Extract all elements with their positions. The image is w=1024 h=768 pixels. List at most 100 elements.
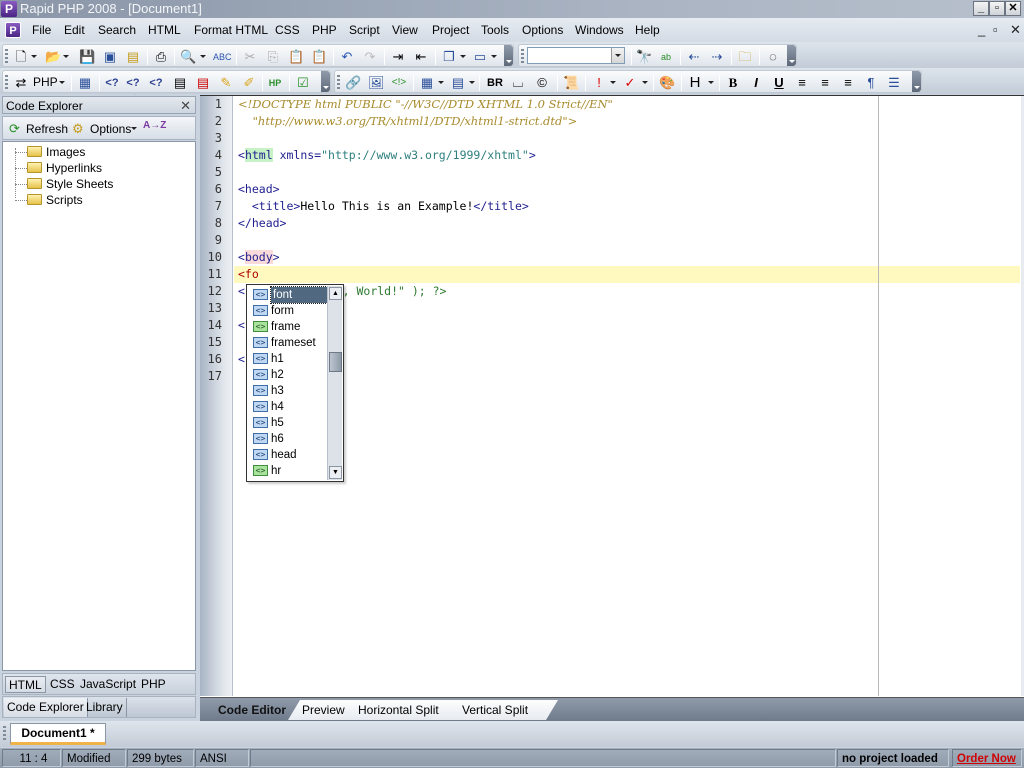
menu-css[interactable]: CSS (275, 23, 300, 37)
bold-button[interactable]: B (725, 75, 741, 91)
autocomplete-item-h3[interactable]: <> h3 (251, 383, 327, 399)
sticky-note-icon[interactable]: ✎ (218, 75, 234, 91)
toolbar-overflow-button[interactable] (504, 45, 513, 66)
toolbar-overflow-button[interactable] (912, 71, 921, 92)
comment-tag-icon[interactable]: <!> (391, 75, 407, 91)
sort-alpha-icon[interactable]: A→Z (143, 120, 166, 131)
panel-layout-dropdown-arrow[interactable] (491, 55, 497, 58)
php-open-tag-newline-button[interactable]: <?↵ (125, 75, 141, 105)
autocomplete-item-head[interactable]: <> head (251, 447, 327, 463)
scrollbar-thumb[interactable] (329, 352, 342, 372)
toolbar-overflow-button[interactable] (321, 71, 330, 92)
php-echo-tag-button[interactable]: <?= (148, 75, 164, 105)
spellcheck-icon[interactable]: ABC (213, 49, 232, 65)
php-doc-comment-icon[interactable]: ▤ (195, 75, 211, 91)
find-in-files-icon[interactable]: 🗀 (737, 49, 753, 65)
restore-button[interactable]: ▫ (989, 1, 1005, 16)
align-center-icon[interactable]: ≡ (817, 75, 833, 91)
php-form-icon[interactable]: ▦ (77, 75, 93, 91)
heading-button[interactable]: H (687, 75, 703, 91)
window-layout-icon[interactable]: ❐ (441, 49, 457, 65)
hyperlink-icon[interactable]: 🔗 (345, 75, 361, 91)
alert-icon[interactable]: ! (591, 75, 607, 91)
image-icon[interactable]: 🖼 (368, 75, 385, 91)
autocomplete-popup[interactable]: <> font <> form <> frame <> frameset <> h1 <>… (246, 284, 344, 482)
find-previous-icon[interactable]: ⇠ (686, 49, 702, 65)
php-button[interactable]: PHP (33, 75, 58, 89)
table-dropdown-arrow[interactable] (438, 81, 444, 84)
form-dropdown-arrow[interactable] (469, 81, 475, 84)
menu-edit[interactable]: Edit (64, 23, 85, 37)
menu-tools[interactable]: Tools (481, 23, 509, 37)
autocomplete-item-form[interactable]: <> form (251, 303, 327, 319)
palette-icon[interactable]: 🎨 (659, 75, 675, 91)
autocomplete-item-hr[interactable]: <> hr (251, 463, 327, 479)
edit-note-icon[interactable]: ✐ (241, 75, 257, 91)
indent-icon[interactable]: ⇥ (390, 49, 406, 65)
menu-php[interactable]: PHP (312, 23, 337, 37)
print-icon[interactable]: ⎙ (153, 49, 169, 65)
tab-css[interactable]: CSS (47, 676, 78, 693)
tab-horizontal-split[interactable]: Horizontal Split (344, 700, 462, 720)
tab-code-editor[interactable]: Code Editor (204, 700, 300, 720)
autocomplete-item-h1[interactable]: <> h1 (251, 351, 327, 367)
document-tab[interactable]: Document1 * (10, 723, 106, 745)
table-icon[interactable]: ▦ (419, 75, 435, 91)
tab-vertical-split[interactable]: Vertical Split (448, 700, 558, 720)
underline-button[interactable]: U (771, 75, 787, 91)
find-icon[interactable]: 🔭 (636, 49, 652, 65)
heading-dropdown-arrow[interactable] (708, 81, 714, 84)
panel-layout-icon[interactable]: ▭ (472, 49, 488, 65)
color-picker-icon[interactable]: ✓ (622, 75, 638, 91)
paste-special-icon[interactable]: 📋 (311, 49, 327, 65)
scroll-down-arrow-icon[interactable]: ▼ (329, 466, 342, 479)
new-document-icon[interactable]: 🗋 (13, 49, 29, 65)
alert-dropdown-arrow[interactable] (610, 81, 616, 84)
menu-options[interactable]: Options (522, 23, 563, 37)
save-all-icon[interactable]: ▣ (102, 49, 118, 65)
toolbar-overflow-button[interactable] (787, 45, 796, 66)
align-right-icon[interactable]: ≡ (840, 75, 856, 91)
php-comment-icon[interactable]: ▤ (172, 75, 188, 91)
menu-file[interactable]: File (32, 23, 51, 37)
cut-icon[interactable]: ✂ (242, 49, 258, 65)
options-dropdown-arrow[interactable] (131, 127, 137, 130)
color-picker-dropdown-arrow[interactable] (642, 81, 648, 84)
html-to-php-icon[interactable]: HP (267, 75, 283, 91)
window-layout-dropdown-arrow[interactable] (460, 55, 466, 58)
save-icon[interactable]: 💾 (79, 49, 95, 65)
paste-icon[interactable]: 📋 (288, 49, 304, 65)
tab-javascript[interactable]: JavaScript (77, 676, 139, 693)
autocomplete-item-h4[interactable]: <> h4 (251, 399, 327, 415)
scroll-icon[interactable]: 📜 (563, 75, 579, 91)
toolbar-grip[interactable] (5, 75, 8, 89)
toolbar-grip[interactable] (5, 49, 8, 63)
outdent-icon[interactable]: ⇤ (413, 49, 429, 65)
search-combo[interactable] (527, 47, 625, 64)
refresh-button[interactable]: Refresh (26, 122, 68, 136)
menu-search[interactable]: Search (98, 23, 136, 37)
menu-project[interactable]: Project (432, 23, 469, 37)
mdi-close-button[interactable]: ✕ (1010, 22, 1021, 38)
preview-icon[interactable]: 🔍 (180, 49, 196, 65)
regex-search-icon[interactable]: ◌ (765, 49, 781, 65)
menu-windows[interactable]: Windows (575, 23, 624, 37)
open-dropdown-arrow[interactable] (63, 55, 69, 58)
mdi-restore-button[interactable]: ▫ (993, 22, 998, 37)
autocomplete-item-font[interactable]: <> font (251, 286, 328, 304)
autocomplete-item-frameset[interactable]: <> frameset (251, 335, 327, 351)
autocomplete-item-frame[interactable]: <> frame (251, 319, 327, 335)
autocomplete-item-h5[interactable]: <> h5 (251, 415, 327, 431)
autocomplete-scrollbar[interactable]: ▲ ▼ (327, 286, 342, 480)
find-next-icon[interactable]: ⇢ (709, 49, 725, 65)
mdi-minimize-button[interactable]: _ (978, 22, 985, 37)
php-dropdown-arrow[interactable] (59, 81, 65, 84)
paragraph-button[interactable]: ¶ (863, 75, 879, 91)
close-button[interactable]: ✕ (1005, 1, 1021, 16)
options-button[interactable]: Options (90, 122, 131, 136)
menu-format-html[interactable]: Format HTML (194, 23, 268, 37)
document-icon[interactable]: P (5, 22, 21, 38)
menu-script[interactable]: Script (349, 23, 380, 37)
copyright-icon[interactable]: © (534, 75, 550, 91)
order-now-link[interactable]: Order Now (952, 749, 1022, 767)
